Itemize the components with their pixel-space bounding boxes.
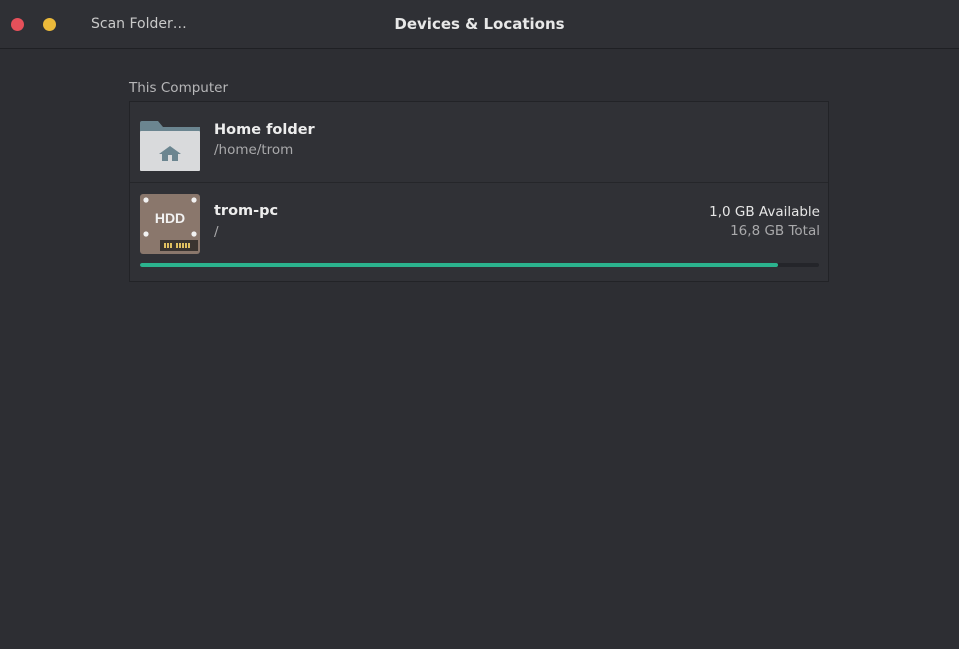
location-path: /: [214, 224, 219, 240]
total-space: 16,8 GB Total: [730, 223, 820, 239]
location-row-disk[interactable]: HDD trom-pc / 1,0 GB Available 16,8 GB T…: [130, 183, 828, 281]
location-path: /home/trom: [214, 142, 294, 158]
disk-usage-bar-fill: [140, 263, 779, 267]
locations-list: Home folder /home/trom HDD trom-pc / 1,0…: [129, 101, 829, 282]
app-window: Scan Folder… Devices & Locations This Co…: [0, 0, 959, 649]
section-label: This Computer: [129, 80, 228, 96]
header-bar: Scan Folder… Devices & Locations: [0, 0, 959, 49]
close-window-button[interactable]: [11, 18, 24, 31]
location-name: trom-pc: [214, 203, 279, 219]
available-space: 1,0 GB Available: [709, 204, 820, 220]
hdd-icon-label: HDD: [155, 210, 185, 226]
location-row-home[interactable]: Home folder /home/trom: [130, 102, 828, 183]
disk-usage-bar: [140, 263, 819, 267]
minimize-window-button[interactable]: [43, 18, 56, 31]
home-folder-icon: [140, 121, 200, 171]
scan-folder-button[interactable]: Scan Folder…: [84, 11, 194, 37]
hdd-icon: HDD: [140, 194, 200, 254]
location-name: Home folder: [214, 122, 315, 138]
